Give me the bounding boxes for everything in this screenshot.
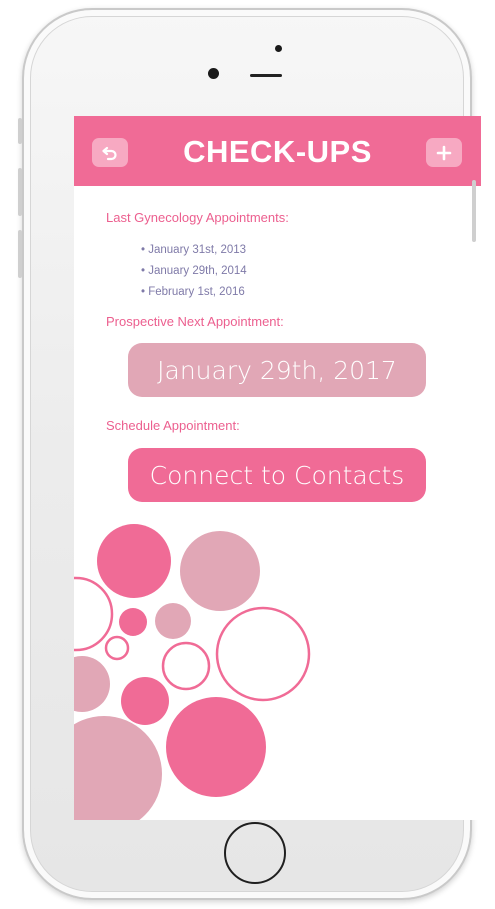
proximity-sensor	[275, 45, 282, 52]
volume-down-button	[18, 230, 22, 278]
front-camera	[208, 68, 219, 79]
mute-switch	[18, 118, 22, 144]
decorative-circles	[74, 524, 311, 820]
earpiece-speaker	[250, 74, 282, 77]
phone-frame: CHECK-UPS Last Gynecology Appointments: …	[22, 8, 481, 900]
power-button	[472, 180, 476, 242]
home-button[interactable]	[224, 822, 286, 884]
app-screen: CHECK-UPS Last Gynecology Appointments: …	[74, 116, 481, 820]
volume-up-button	[18, 168, 22, 216]
